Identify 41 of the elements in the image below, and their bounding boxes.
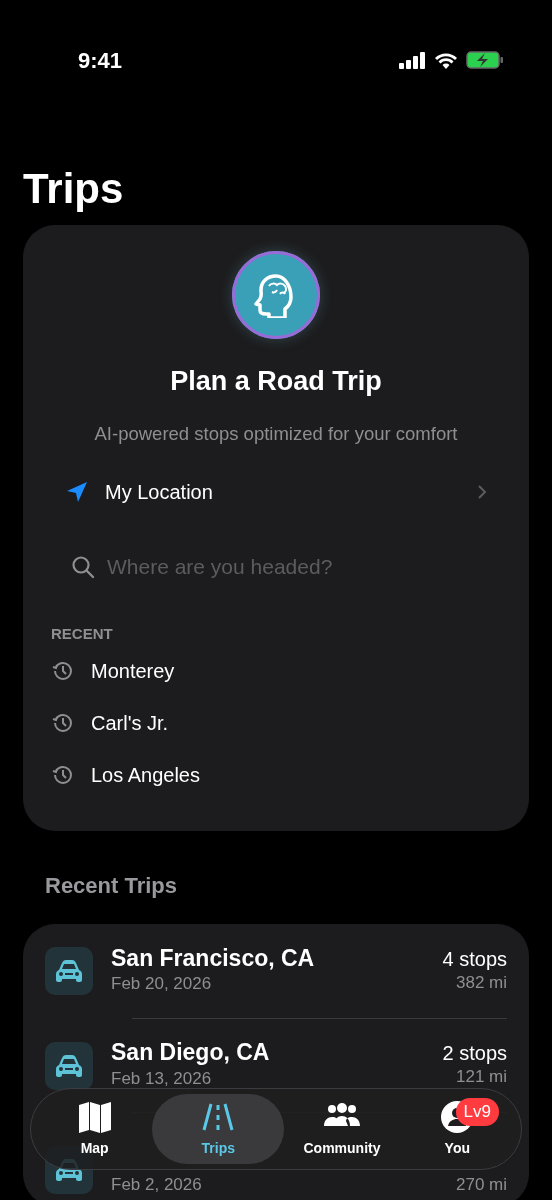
section-heading: Recent Trips [44,872,179,901]
origin-label: My Location [105,480,214,506]
search-field[interactable]: Where are you headed? [107,551,481,583]
history-icon [51,712,73,735]
tab[interactable]: Map [37,1094,153,1164]
recent-item[interactable]: Monterey [51,645,501,698]
trip-date: Feb 2, 2026 [111,1175,203,1195]
map-icon [76,1099,113,1134]
recent-label: Los Angeles [91,763,200,789]
trip-destination[interactable]: San Francisco, CA [111,945,425,972]
car-icon [54,959,84,984]
planner-subtitle: AI-powered stops optimized for your comfort [93,421,459,446]
origin-row[interactable]: My Location [51,477,501,508]
trip-date: Feb 13, 2026 [111,1067,213,1090]
section-label: RECENT [51,623,114,644]
car-icon [54,1053,84,1078]
tab[interactable]: Community [284,1094,400,1164]
recent-label: Monterey [91,659,175,685]
planner-heading: Plan a Road Trip [169,365,383,398]
tab[interactable]: Trips [152,1094,285,1164]
recent-label: Carl's Jr. [91,711,169,737]
status-time: 9:41 [78,46,123,75]
recent-item[interactable]: Carl's Jr. [51,697,501,750]
search-icon [71,555,95,579]
level-badge: Lv9 [455,1098,499,1126]
trip-distance: 382 mi [454,971,507,994]
battery-icon [466,51,504,69]
tab[interactable]: Lv9 You [399,1094,515,1164]
chevron-icon [477,484,487,501]
history-icon [51,764,73,787]
history-icon [51,660,73,683]
wifi-icon [434,51,458,69]
recent-item[interactable]: Los Angeles [51,749,501,802]
trip-distance: 121 mi [454,1066,507,1088]
trip-stops: 2 stops [442,1042,507,1064]
trip-destination[interactable]: San Diego, CA [111,1040,425,1066]
trip-distance: 270 mi [455,1175,507,1195]
signal-icon [399,51,426,69]
trip-date: Feb 20, 2026 [111,973,213,996]
trip-stops: 4 stops [442,947,507,970]
page-title: Trips [22,164,125,210]
